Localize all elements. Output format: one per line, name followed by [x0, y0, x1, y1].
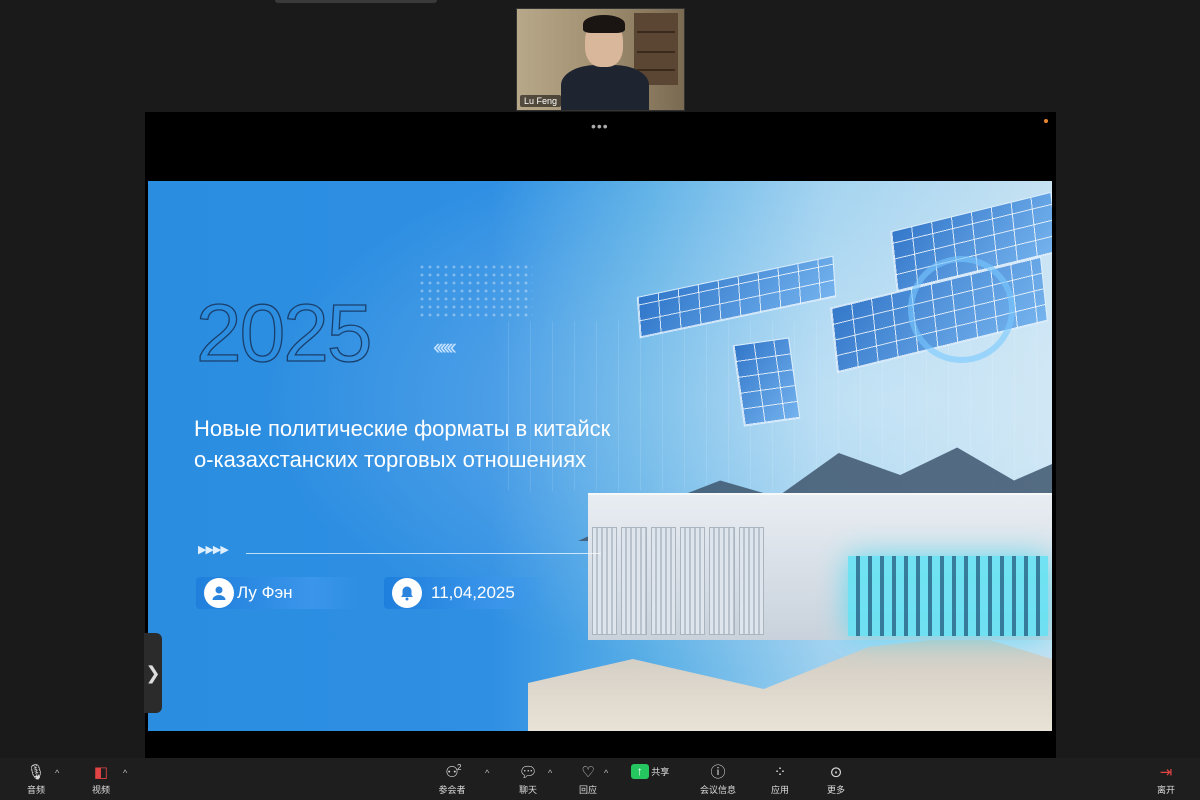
reactions-options-caret[interactable]: ^ — [604, 768, 608, 778]
leave-icon: ⇥ — [1159, 764, 1173, 781]
reactions-label: 回应 — [578, 785, 597, 795]
share-screen-icon: ↑ — [630, 764, 649, 779]
chat-options-caret[interactable]: ^ — [548, 768, 552, 778]
slide-chevrons: ‹‹‹‹‹‹ — [433, 334, 457, 359]
leave-label: 离开 — [1156, 785, 1175, 795]
participants-button[interactable]: ⚇ 2 参会者 — [429, 763, 475, 796]
apps-button[interactable]: ⁘ 应用 — [757, 764, 803, 796]
share-button[interactable]: ↑ 共享 — [627, 764, 673, 780]
chat-label: 聊天 — [518, 785, 537, 795]
divider-arrows: ▶▶▶▶ — [198, 544, 229, 556]
apps-icon: ⁘ — [773, 764, 787, 781]
slide-title-line-2: о-казахстанских торговых отношениях — [194, 447, 587, 472]
participant-body — [561, 65, 649, 110]
solar-panel — [732, 337, 801, 427]
audio-label: 音频 — [26, 785, 45, 795]
user-icon — [204, 578, 234, 608]
slide-divider: ▶▶▶▶ — [198, 544, 601, 562]
leave-button[interactable]: ⇥ 离开 — [1143, 764, 1189, 796]
participant-video-thumbnail[interactable]: Lu Feng — [516, 8, 685, 111]
more-button[interactable]: ⊙ 更多 — [813, 764, 859, 796]
more-label: 更多 — [826, 785, 845, 795]
recording-indicator — [1044, 119, 1048, 123]
share-label: 共享 — [651, 767, 670, 777]
participants-icon: ⚇ — [445, 764, 459, 781]
slide-title: Новые политические форматы в китайск о-к… — [194, 413, 614, 475]
participants-label: 参会者 — [438, 785, 466, 795]
video-off-icon: ◧ — [93, 764, 109, 781]
server-racks-glow — [848, 556, 1048, 636]
slide-year: 2025 — [195, 288, 373, 379]
share-options-handle[interactable]: ••• — [591, 118, 609, 134]
meeting-toolbar: 🎙︎ 音频 ^ ◧ 视频 ^ ⚇ 2 参会者 ^ 💬︎ 聊天 ^ ♡ 回应 ^ … — [0, 758, 1200, 800]
side-panel-toggle[interactable]: ❯ — [144, 633, 162, 713]
participants-count: 2 — [457, 763, 462, 772]
divider-line — [246, 553, 601, 554]
author-name: Лу Фэн — [237, 583, 293, 602]
slide-dot-pattern — [418, 263, 533, 318]
shared-slide: 2025 ‹‹‹‹‹‹ Новые политические форматы в… — [148, 181, 1052, 731]
more-icon: ⊙ — [829, 764, 843, 781]
data-center-doors — [592, 527, 764, 635]
top-drag-handle[interactable] — [275, 0, 437, 3]
participants-options-caret[interactable]: ^ — [485, 768, 489, 778]
slide-title-line-1: Новые политические форматы в китайск — [194, 416, 611, 441]
author-pill: Лу Фэн — [196, 577, 361, 609]
participant-name: Lu Feng — [520, 95, 562, 107]
microphone-icon: 🎙︎ — [26, 764, 46, 781]
bell-icon — [392, 578, 422, 608]
audio-options-caret[interactable]: ^ — [55, 768, 59, 778]
video-label: 视频 — [91, 785, 110, 795]
chat-button[interactable]: 💬︎ 聊天 — [505, 764, 551, 796]
date-pill: 11,04,2025 — [384, 577, 549, 609]
hologram-ring — [908, 256, 1015, 363]
video-button[interactable]: ◧ 视频 — [78, 764, 124, 796]
video-options-caret[interactable]: ^ — [123, 768, 127, 778]
meeting-info-label: 会议信息 — [699, 785, 736, 795]
participant-hair — [583, 15, 625, 33]
meeting-info-button[interactable]: ⓘ 会议信息 — [695, 764, 741, 796]
apps-label: 应用 — [770, 785, 789, 795]
info-icon: ⓘ — [710, 764, 726, 781]
chat-icon: 💬︎ — [518, 764, 538, 781]
audio-button[interactable]: 🎙︎ 音频 — [13, 764, 59, 796]
presentation-date: 11,04,2025 — [431, 583, 515, 602]
